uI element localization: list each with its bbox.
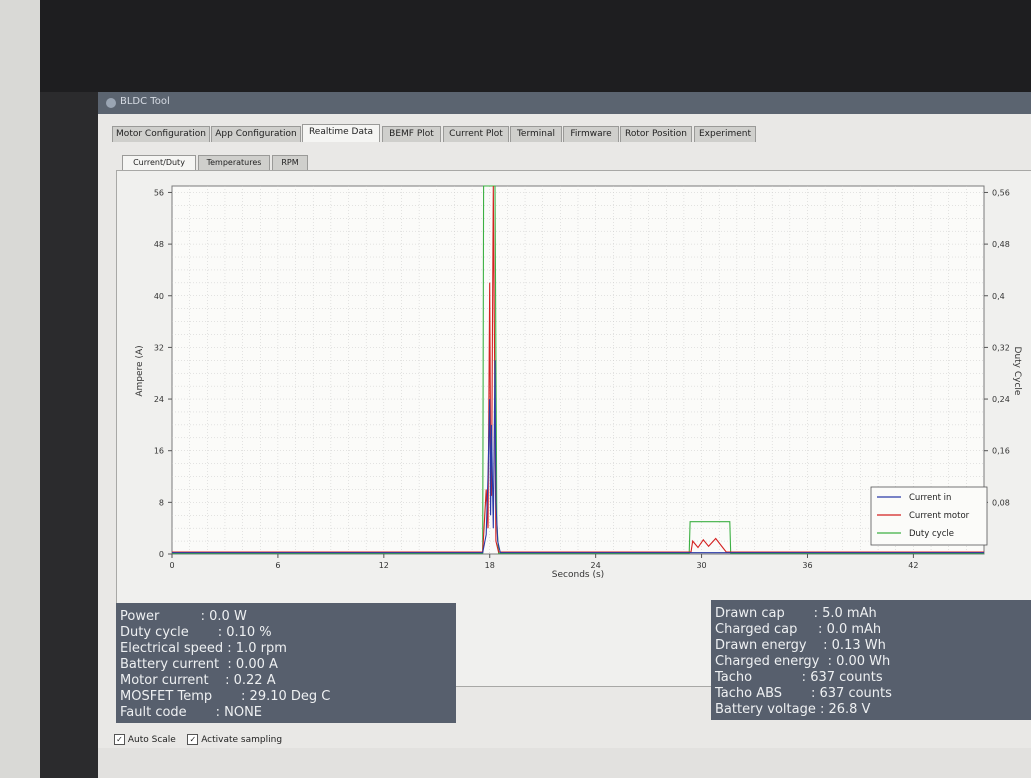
y2-tick-label: 0,16	[992, 447, 1010, 456]
y2-tick-label: 0,32	[992, 343, 1010, 352]
tab-bemf-plot[interactable]: BEMF Plot	[382, 126, 441, 142]
y2-tick-label: 0,48	[992, 240, 1010, 249]
tab-rpm[interactable]: RPM	[272, 155, 308, 170]
y-tick-label: 56	[154, 188, 164, 197]
legend: Current in Current motor Duty cycle	[870, 486, 988, 546]
battery-current-readout: Battery current : 0.00 A	[120, 657, 278, 672]
app-icon	[106, 98, 116, 108]
tab-realtime-data[interactable]: Realtime Data	[302, 124, 380, 142]
drawn-cap-readout: Drawn cap : 5.0 mAh	[715, 606, 877, 621]
tacho-readout: Tacho : 637 counts	[715, 670, 883, 685]
tacho-abs-readout: Tacho ABS : 637 counts	[715, 686, 892, 701]
x-axis-label: Seconds (s)	[552, 570, 604, 580]
y-tick-label: 8	[159, 498, 164, 507]
legend-entry: Current in	[909, 493, 951, 503]
duty-cycle-readout: Duty cycle : 0.10 %	[120, 625, 272, 640]
y2-axis-label: Duty Cycle	[1012, 347, 1022, 396]
activate-sampling-checkbox[interactable]: ✓	[187, 734, 199, 745]
y-tick-label: 24	[154, 395, 164, 404]
window-title: BLDC Tool	[120, 96, 170, 107]
y-tick-label: 40	[154, 292, 164, 301]
y-tick-label: 32	[154, 343, 164, 352]
left-data-panel: Power : 0.0 W Duty cycle : 0.10 % Electr…	[116, 603, 456, 723]
x-tick-label: 18	[485, 561, 495, 570]
fault-code-readout: Fault code : NONE	[120, 705, 263, 720]
drawn-energy-readout: Drawn energy : 0.13 Wh	[715, 638, 886, 653]
charged-energy-readout: Charged energy : 0.00 Wh	[715, 654, 891, 669]
tab-experiment[interactable]: Experiment	[694, 126, 756, 142]
y-tick-label: 0	[159, 550, 164, 559]
tab-firmware[interactable]: Firmware	[563, 126, 619, 142]
auto-scale-label: Auto Scale	[127, 735, 176, 745]
activate-sampling-label: Activate sampling	[201, 735, 283, 745]
sampling-options: ✓ Auto Scale ✓ Activate sampling	[114, 734, 282, 745]
x-tick-label: 0	[169, 561, 174, 570]
tab-motor-configuration[interactable]: Motor Configuration	[112, 126, 210, 142]
x-tick-label: 36	[802, 561, 812, 570]
y2-tick-label: 0,24	[992, 395, 1010, 404]
background-wall	[0, 0, 40, 778]
x-tick-label: 24	[591, 561, 601, 570]
tab-temperatures[interactable]: Temperatures	[198, 155, 270, 170]
x-tick-label: 42	[908, 561, 918, 570]
tab-current-plot[interactable]: Current Plot	[443, 126, 509, 142]
x-tick-label: 6	[275, 561, 280, 570]
y-axis-label: Ampere (A)	[135, 345, 145, 396]
tab-terminal[interactable]: Terminal	[510, 126, 562, 142]
tab-rotor-position[interactable]: Rotor Position	[620, 126, 692, 142]
y2-tick-label: 0,08	[992, 498, 1010, 507]
electrical-speed-readout: Electrical speed : 1.0 rpm	[120, 641, 287, 656]
title-bar: BLDC Tool	[98, 92, 1031, 114]
x-tick-label: 12	[379, 561, 389, 570]
motor-current-readout: Motor current : 0.22 A	[120, 673, 276, 688]
charged-cap-readout: Charged cap : 0.0 mAh	[715, 622, 882, 637]
battery-voltage-readout: Battery voltage : 26.8 V	[715, 702, 871, 717]
legend-entry: Duty cycle	[909, 529, 954, 539]
mosfet-temp-readout: MOSFET Temp : 29.10 Deg C	[120, 689, 331, 704]
tab-current-duty[interactable]: Current/Duty	[122, 155, 196, 170]
status-bar	[98, 748, 1031, 778]
x-tick-label: 30	[696, 561, 706, 570]
auto-scale-checkbox[interactable]: ✓	[114, 734, 125, 745]
power-readout: Power : 0.0 W	[120, 609, 247, 624]
y2-tick-label: 0,56	[992, 188, 1010, 197]
right-data-panel: Drawn cap : 5.0 mAh Charged cap : 0.0 mA…	[711, 600, 1031, 720]
app-window: BLDC Tool Motor Configuration App Config…	[98, 92, 1031, 778]
tab-app-configuration[interactable]: App Configuration	[211, 126, 301, 142]
y2-tick-label: 0,4	[992, 292, 1005, 301]
y-tick-label: 16	[154, 447, 164, 456]
monitor-bezel-top	[0, 0, 1031, 92]
y-tick-label: 48	[154, 240, 164, 249]
legend-entry: Current motor	[909, 511, 970, 521]
